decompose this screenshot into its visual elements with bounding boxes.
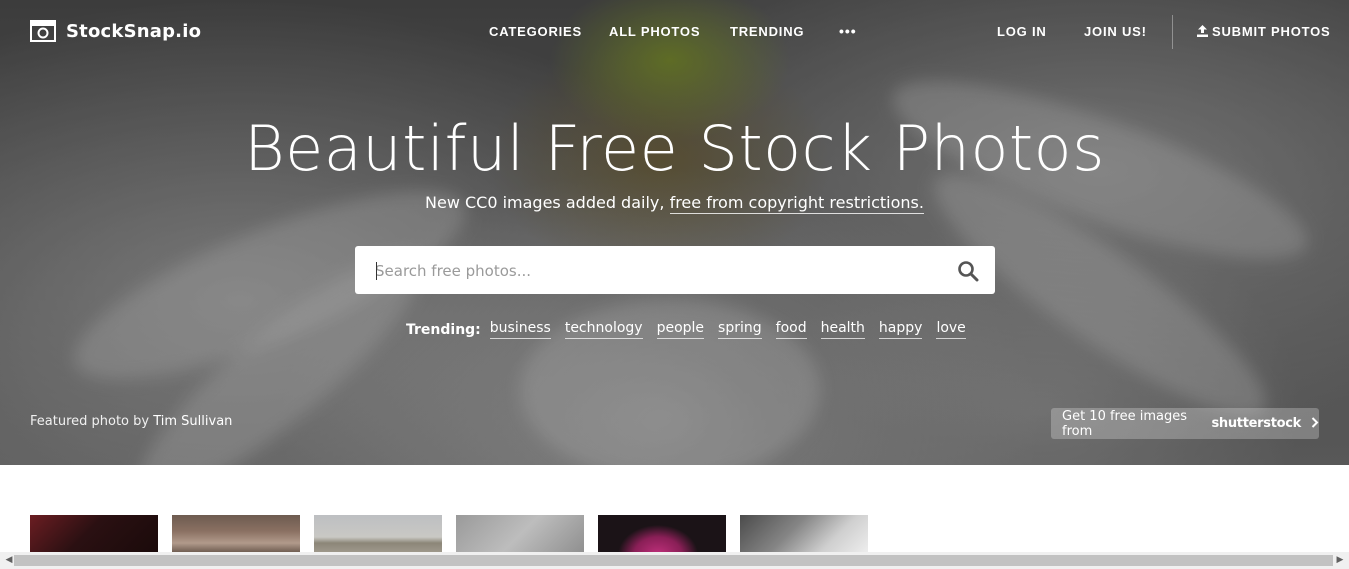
credit-author-link[interactable]: Tim Sullivan [153,414,232,429]
photo-thumbnail[interactable] [30,515,158,555]
nav-categories[interactable]: CATEGORIES [489,24,582,39]
copyright-link[interactable]: free from copyright restrictions. [669,193,924,214]
credit-prefix: Featured photo by [30,414,150,429]
trending-tag-health[interactable]: health [820,320,865,339]
horizontal-scrollbar[interactable]: ◀ ▶ [0,552,1349,569]
hero-subtitle: New CC0 images added daily, free from co… [0,193,1349,214]
nav-divider [1172,15,1173,49]
featured-photo-credit: Featured photo by Tim Sullivan [30,414,232,429]
trending-tag-happy[interactable]: happy [878,320,923,339]
chevron-right-icon [1311,416,1319,432]
trending-tag-business[interactable]: business [489,320,551,339]
nav-join[interactable]: JOIN US! [1084,24,1147,39]
trending-tag-people[interactable]: people [656,320,705,339]
trending-tag-technology[interactable]: technology [564,320,643,339]
search-input[interactable] [373,246,937,296]
nav-all-photos[interactable]: ALL PHOTOS [609,24,700,39]
search-icon[interactable] [957,260,979,282]
camera-logo-icon [30,20,56,42]
nav-login[interactable]: LOG IN [997,24,1047,39]
site-logo[interactable]: StockSnap.io [30,20,201,42]
promo-text: Get 10 free images from [1062,408,1188,439]
nav-submit-photos[interactable]: SUBMIT PHOTOS [1197,24,1331,39]
search-box [355,246,995,296]
trending-tag-food[interactable]: food [775,320,807,339]
hero-background [0,0,1349,465]
trending-tag-spring[interactable]: spring [718,320,762,339]
hero-title: Beautiful Free Stock Photos [244,112,1105,185]
scroll-right-arrow-icon[interactable]: ▶ [1333,555,1347,566]
upload-icon [1197,25,1208,37]
photo-thumbnail[interactable] [314,515,442,555]
shutterstock-brand: shutterstock [1211,416,1301,431]
photo-thumbnail[interactable] [456,515,584,555]
trending-tags: Trending: business technology people spr… [406,320,966,339]
shutterstock-promo-button[interactable]: Get 10 free images from shutterstock [1051,408,1319,439]
photo-thumbnail[interactable] [740,515,868,555]
text-cursor [376,262,377,280]
logo-text: StockSnap.io [66,20,202,42]
scrollbar-thumb[interactable] [14,555,1333,566]
trending-tag-love[interactable]: love [936,320,966,339]
photo-thumbnail[interactable] [598,515,726,555]
trending-label: Trending: [406,321,481,338]
nav-submit-label: SUBMIT PHOTOS [1212,24,1331,39]
subtitle-text: New CC0 images added daily, [425,193,665,212]
hero-overlay [0,0,1349,465]
photo-thumbnail[interactable] [172,515,300,555]
nav-trending[interactable]: TRENDING [730,24,804,39]
nav-more-button[interactable]: ••• [839,23,857,39]
